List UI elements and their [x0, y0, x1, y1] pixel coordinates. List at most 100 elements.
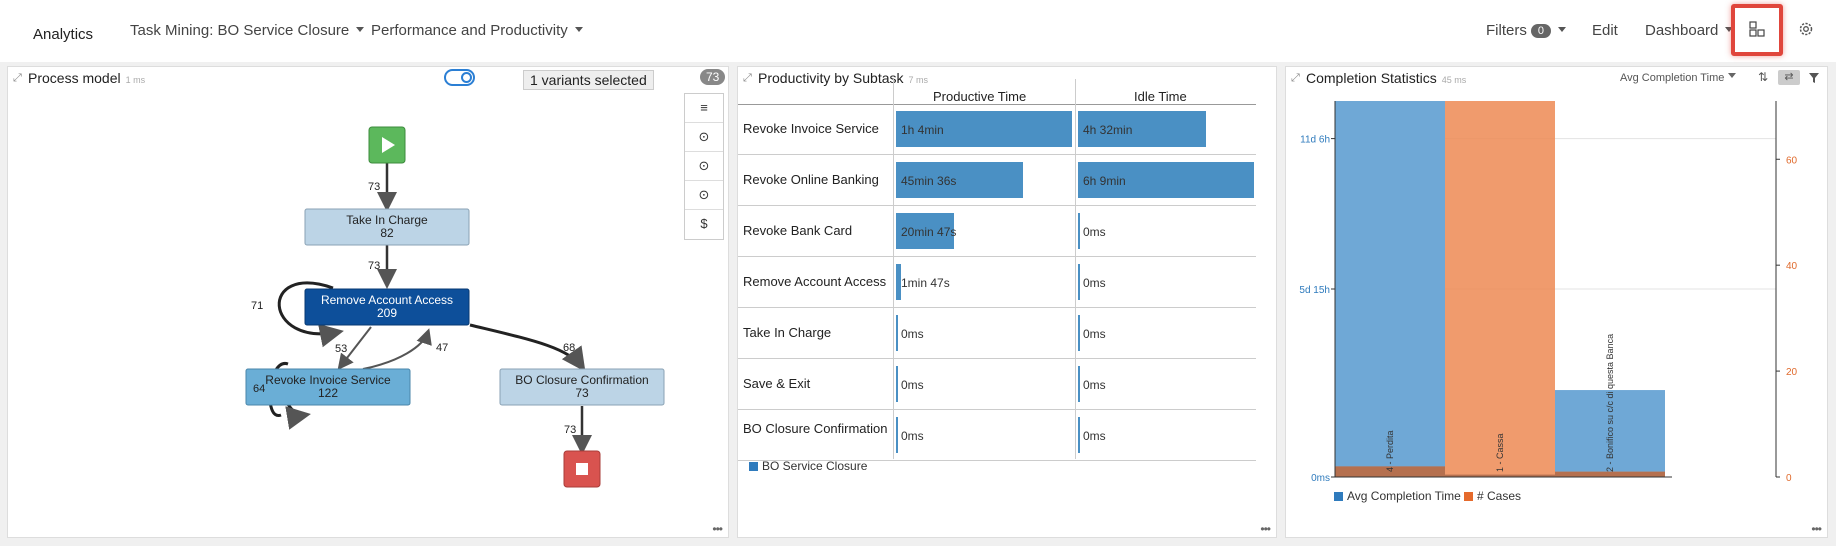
- edge-label: 73: [564, 424, 576, 436]
- more-icon[interactable]: •••: [1811, 522, 1822, 536]
- category-label: 4 - Perdita: [1385, 430, 1395, 472]
- table-row[interactable]: Revoke Online Banking 45min 36s 6h 9min: [738, 155, 1256, 206]
- process-graph: 73 73 71 53 47 68 73 Take In Charge 82 R…: [245, 126, 665, 488]
- right-tick-label: 40: [1786, 261, 1798, 272]
- edge-label: 53: [335, 343, 347, 355]
- expand-icon[interactable]: ⤢: [743, 72, 752, 85]
- idle-bar[interactable]: [1078, 366, 1080, 402]
- right-tick-label: 60: [1786, 155, 1798, 166]
- panel-header: ⤢ Productivity by Subtask 7 ms: [738, 67, 1276, 91]
- productive-bar[interactable]: [896, 417, 898, 453]
- productive-bar[interactable]: [896, 315, 898, 351]
- legend-item[interactable]: BO Service Closure: [749, 459, 867, 473]
- table-row[interactable]: BO Closure Confirmation 0ms 0ms: [738, 410, 1256, 461]
- cost-icon[interactable]: $: [685, 210, 723, 239]
- filters-label: Filters: [1486, 22, 1527, 39]
- idle-value: 6h 9min: [1083, 174, 1126, 188]
- median-icon[interactable]: ⊙: [685, 181, 723, 210]
- legend-label: # Cases: [1477, 489, 1522, 503]
- productive-value: 1h 4min: [901, 123, 944, 137]
- productive-value: 1min 47s: [901, 276, 950, 290]
- app-title: Analytics: [33, 26, 94, 43]
- idle-bar[interactable]: [1078, 264, 1080, 300]
- right-tick-label: 20: [1786, 367, 1798, 378]
- filters-count-badge: 0: [1530, 24, 1551, 38]
- idle-bar[interactable]: [1078, 417, 1080, 453]
- row-label: Remove Account Access: [743, 274, 887, 289]
- left-tick-label: 5d 15h: [1299, 285, 1330, 296]
- render-time: 7 ms: [908, 75, 929, 85]
- chevron-down-icon: [1557, 27, 1566, 32]
- completion-panel: ⤢ Completion Statistics 45 ms Avg Complet…: [1285, 66, 1828, 538]
- productive-value: 0ms: [901, 429, 924, 443]
- legend-item-avg[interactable]: Avg Completion Time: [1334, 489, 1461, 503]
- idle-value: 4h 32min: [1083, 123, 1133, 137]
- table-row[interactable]: Remove Account Access 1min 47s 0ms: [738, 257, 1256, 308]
- dashboard-menu[interactable]: Dashboard: [1645, 22, 1734, 39]
- idle-value: 0ms: [1083, 225, 1106, 239]
- gear-icon[interactable]: [1797, 20, 1815, 38]
- more-icon[interactable]: •••: [712, 522, 723, 536]
- idle-bar[interactable]: [1078, 213, 1080, 249]
- node-count: 82: [380, 226, 394, 240]
- legend-swatch: [1334, 492, 1343, 501]
- node-label: BO Closure Confirmation: [515, 373, 648, 387]
- row-label: Revoke Bank Card: [743, 223, 853, 238]
- column-divider: [893, 79, 894, 459]
- model-toolbar: ≡ ⊙ ⊙ ⊙ $: [684, 93, 724, 240]
- table-row[interactable]: Revoke Bank Card 20min 47s 0ms: [738, 206, 1256, 257]
- column-header-productive: Productive Time: [933, 89, 1027, 104]
- node-label: Take In Charge: [346, 213, 428, 227]
- productive-value: 20min 47s: [901, 225, 957, 239]
- idle-bar[interactable]: [1078, 315, 1080, 351]
- frequency-icon[interactable]: ⊙: [685, 123, 723, 152]
- row-label: BO Closure Confirmation: [743, 421, 888, 436]
- view-menu[interactable]: Performance and Productivity: [371, 22, 583, 39]
- duration-icon[interactable]: ⊙: [685, 152, 723, 181]
- dashboard-label: Dashboard: [1645, 22, 1719, 39]
- legend-swatch: [1464, 492, 1473, 501]
- view-menu-label: Performance and Productivity: [371, 22, 568, 39]
- process-menu-label: Task Mining: BO Service Closure: [130, 22, 350, 39]
- edit-button[interactable]: Edit: [1592, 22, 1618, 39]
- node-count: 122: [318, 386, 338, 400]
- chevron-down-icon: [356, 27, 365, 32]
- node-count: 73: [575, 386, 589, 400]
- legend-label: Avg Completion Time: [1347, 489, 1461, 503]
- productivity-panel: ⤢ Productivity by Subtask 7 ms Productive…: [737, 66, 1277, 538]
- edge-label: 73: [368, 260, 380, 272]
- table-row[interactable]: Revoke Invoice Service 1h 4min 4h 32min: [738, 104, 1256, 155]
- legend-item-cases[interactable]: # Cases: [1464, 489, 1521, 503]
- top-bar: Analytics Task Mining: BO Service Closur…: [0, 0, 1836, 62]
- legend-label: BO Service Closure: [762, 459, 868, 473]
- productive-bar[interactable]: [896, 366, 898, 402]
- layout-toggle-button[interactable]: [1731, 4, 1783, 56]
- process-model-panel: ⤢ Process model 1 ms 1 variants selected …: [7, 66, 729, 538]
- category-label: 1 - Cassa: [1495, 433, 1505, 472]
- filters-button[interactable]: Filters 0: [1486, 22, 1566, 39]
- table-row[interactable]: Save & Exit 0ms 0ms: [738, 359, 1256, 410]
- chevron-down-icon: [574, 27, 583, 32]
- right-tick-label: 0: [1786, 473, 1792, 484]
- productive-value: 0ms: [901, 327, 924, 341]
- edge-label: 68: [563, 342, 575, 354]
- process-menu[interactable]: Task Mining: BO Service Closure: [130, 22, 365, 39]
- menu-icon[interactable]: ≡: [685, 94, 723, 123]
- bar-cases[interactable]: [1445, 101, 1555, 477]
- edge-revoke-remove: [362, 328, 432, 370]
- node-label: Revoke Invoice Service: [265, 373, 391, 387]
- edge-label: 73: [368, 181, 380, 193]
- completion-chart: 4 - Perdita 1 - Cassa 2 - Bonifico su c/c …: [1299, 101, 1798, 484]
- table-row[interactable]: Take In Charge 0ms 0ms: [738, 308, 1256, 359]
- edge-label: 47: [436, 342, 448, 354]
- column-header-idle: Idle Time: [1134, 89, 1187, 104]
- bar-avg-completion[interactable]: [1335, 101, 1445, 477]
- idle-value: 0ms: [1083, 429, 1106, 443]
- node-count: 209: [377, 306, 397, 320]
- idle-value: 0ms: [1083, 327, 1106, 341]
- panel-title: Productivity by Subtask: [758, 70, 904, 86]
- row-label: Take In Charge: [743, 325, 832, 340]
- row-label: Revoke Invoice Service: [743, 121, 879, 136]
- more-icon[interactable]: •••: [1260, 522, 1271, 536]
- edge-label: 64: [253, 383, 265, 395]
